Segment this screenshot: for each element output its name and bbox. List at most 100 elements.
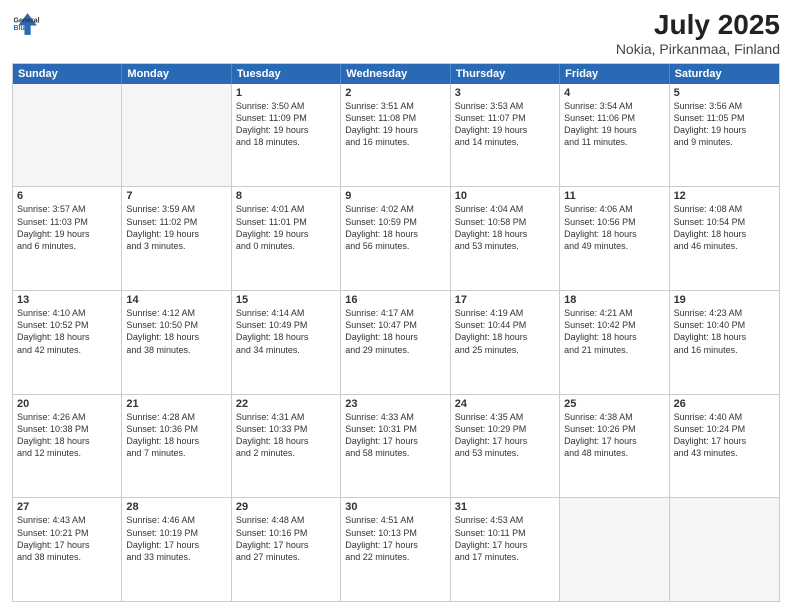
calendar-row-1: 6Sunrise: 3:57 AM Sunset: 11:03 PM Dayli… — [13, 186, 779, 290]
day-cell-4: 4Sunrise: 3:54 AM Sunset: 11:06 PM Dayli… — [560, 84, 669, 187]
day-number: 21 — [126, 398, 226, 410]
day-content: Sunrise: 3:57 AM Sunset: 11:03 PM Daylig… — [17, 203, 117, 252]
header-day-tuesday: Tuesday — [232, 64, 341, 84]
day-cell-24: 24Sunrise: 4:35 AM Sunset: 10:29 PM Dayl… — [451, 395, 560, 498]
day-number: 23 — [345, 398, 445, 410]
day-content: Sunrise: 4:38 AM Sunset: 10:26 PM Daylig… — [564, 411, 664, 460]
day-cell-21: 21Sunrise: 4:28 AM Sunset: 10:36 PM Dayl… — [122, 395, 231, 498]
day-cell-31: 31Sunrise: 4:53 AM Sunset: 10:11 PM Dayl… — [451, 498, 560, 601]
day-cell-23: 23Sunrise: 4:33 AM Sunset: 10:31 PM Dayl… — [341, 395, 450, 498]
day-cell-9: 9Sunrise: 4:02 AM Sunset: 10:59 PM Dayli… — [341, 187, 450, 290]
day-content: Sunrise: 4:40 AM Sunset: 10:24 PM Daylig… — [674, 411, 775, 460]
day-number: 18 — [564, 294, 664, 306]
day-content: Sunrise: 4:28 AM Sunset: 10:36 PM Daylig… — [126, 411, 226, 460]
day-cell-25: 25Sunrise: 4:38 AM Sunset: 10:26 PM Dayl… — [560, 395, 669, 498]
day-number: 11 — [564, 190, 664, 202]
day-cell-26: 26Sunrise: 4:40 AM Sunset: 10:24 PM Dayl… — [670, 395, 779, 498]
day-cell-3: 3Sunrise: 3:53 AM Sunset: 11:07 PM Dayli… — [451, 84, 560, 187]
day-number: 29 — [236, 501, 336, 513]
day-content: Sunrise: 3:51 AM Sunset: 11:08 PM Daylig… — [345, 100, 445, 149]
day-content: Sunrise: 4:21 AM Sunset: 10:42 PM Daylig… — [564, 307, 664, 356]
day-cell-16: 16Sunrise: 4:17 AM Sunset: 10:47 PM Dayl… — [341, 291, 450, 394]
header-day-saturday: Saturday — [670, 64, 779, 84]
header-day-friday: Friday — [560, 64, 669, 84]
day-number: 7 — [126, 190, 226, 202]
calendar-row-3: 20Sunrise: 4:26 AM Sunset: 10:38 PM Dayl… — [13, 394, 779, 498]
day-number: 19 — [674, 294, 775, 306]
logo-icon: General Blue — [12, 10, 40, 38]
day-content: Sunrise: 4:31 AM Sunset: 10:33 PM Daylig… — [236, 411, 336, 460]
day-content: Sunrise: 4:01 AM Sunset: 11:01 PM Daylig… — [236, 203, 336, 252]
day-number: 2 — [345, 87, 445, 99]
day-number: 15 — [236, 294, 336, 306]
day-cell-20: 20Sunrise: 4:26 AM Sunset: 10:38 PM Dayl… — [13, 395, 122, 498]
calendar-title: July 2025 — [616, 10, 780, 41]
day-cell-14: 14Sunrise: 4:12 AM Sunset: 10:50 PM Dayl… — [122, 291, 231, 394]
day-content: Sunrise: 4:08 AM Sunset: 10:54 PM Daylig… — [674, 203, 775, 252]
day-cell-13: 13Sunrise: 4:10 AM Sunset: 10:52 PM Dayl… — [13, 291, 122, 394]
day-number: 16 — [345, 294, 445, 306]
day-content: Sunrise: 4:51 AM Sunset: 10:13 PM Daylig… — [345, 514, 445, 563]
header-day-wednesday: Wednesday — [341, 64, 450, 84]
svg-text:Blue: Blue — [14, 25, 29, 32]
day-number: 30 — [345, 501, 445, 513]
day-number: 25 — [564, 398, 664, 410]
day-cell-10: 10Sunrise: 4:04 AM Sunset: 10:58 PM Dayl… — [451, 187, 560, 290]
day-content: Sunrise: 3:53 AM Sunset: 11:07 PM Daylig… — [455, 100, 555, 149]
day-content: Sunrise: 4:19 AM Sunset: 10:44 PM Daylig… — [455, 307, 555, 356]
day-cell-5: 5Sunrise: 3:56 AM Sunset: 11:05 PM Dayli… — [670, 84, 779, 187]
day-cell-18: 18Sunrise: 4:21 AM Sunset: 10:42 PM Dayl… — [560, 291, 669, 394]
day-content: Sunrise: 4:53 AM Sunset: 10:11 PM Daylig… — [455, 514, 555, 563]
day-number: 31 — [455, 501, 555, 513]
calendar-header: SundayMondayTuesdayWednesdayThursdayFrid… — [13, 64, 779, 84]
day-cell-1: 1Sunrise: 3:50 AM Sunset: 11:09 PM Dayli… — [232, 84, 341, 187]
day-number: 8 — [236, 190, 336, 202]
day-content: Sunrise: 4:02 AM Sunset: 10:59 PM Daylig… — [345, 203, 445, 252]
day-number: 10 — [455, 190, 555, 202]
day-cell-11: 11Sunrise: 4:06 AM Sunset: 10:56 PM Dayl… — [560, 187, 669, 290]
empty-cell — [560, 498, 669, 601]
day-number: 13 — [17, 294, 117, 306]
empty-cell — [670, 498, 779, 601]
day-cell-8: 8Sunrise: 4:01 AM Sunset: 11:01 PM Dayli… — [232, 187, 341, 290]
day-number: 9 — [345, 190, 445, 202]
day-content: Sunrise: 3:59 AM Sunset: 11:02 PM Daylig… — [126, 203, 226, 252]
calendar-row-0: 1Sunrise: 3:50 AM Sunset: 11:09 PM Dayli… — [13, 84, 779, 187]
day-number: 3 — [455, 87, 555, 99]
day-number: 12 — [674, 190, 775, 202]
day-content: Sunrise: 4:35 AM Sunset: 10:29 PM Daylig… — [455, 411, 555, 460]
day-content: Sunrise: 4:48 AM Sunset: 10:16 PM Daylig… — [236, 514, 336, 563]
day-content: Sunrise: 4:06 AM Sunset: 10:56 PM Daylig… — [564, 203, 664, 252]
day-content: Sunrise: 4:12 AM Sunset: 10:50 PM Daylig… — [126, 307, 226, 356]
day-cell-15: 15Sunrise: 4:14 AM Sunset: 10:49 PM Dayl… — [232, 291, 341, 394]
day-content: Sunrise: 4:33 AM Sunset: 10:31 PM Daylig… — [345, 411, 445, 460]
day-cell-19: 19Sunrise: 4:23 AM Sunset: 10:40 PM Dayl… — [670, 291, 779, 394]
day-cell-29: 29Sunrise: 4:48 AM Sunset: 10:16 PM Dayl… — [232, 498, 341, 601]
day-content: Sunrise: 4:14 AM Sunset: 10:49 PM Daylig… — [236, 307, 336, 356]
calendar-row-2: 13Sunrise: 4:10 AM Sunset: 10:52 PM Dayl… — [13, 290, 779, 394]
day-content: Sunrise: 4:23 AM Sunset: 10:40 PM Daylig… — [674, 307, 775, 356]
header-day-sunday: Sunday — [13, 64, 122, 84]
day-number: 22 — [236, 398, 336, 410]
day-cell-2: 2Sunrise: 3:51 AM Sunset: 11:08 PM Dayli… — [341, 84, 450, 187]
day-cell-30: 30Sunrise: 4:51 AM Sunset: 10:13 PM Dayl… — [341, 498, 450, 601]
day-number: 5 — [674, 87, 775, 99]
svg-text:General: General — [14, 17, 40, 24]
day-cell-6: 6Sunrise: 3:57 AM Sunset: 11:03 PM Dayli… — [13, 187, 122, 290]
title-block: July 2025 Nokia, Pirkanmaa, Finland — [616, 10, 780, 57]
day-cell-27: 27Sunrise: 4:43 AM Sunset: 10:21 PM Dayl… — [13, 498, 122, 601]
day-content: Sunrise: 3:50 AM Sunset: 11:09 PM Daylig… — [236, 100, 336, 149]
day-content: Sunrise: 3:54 AM Sunset: 11:06 PM Daylig… — [564, 100, 664, 149]
empty-cell — [122, 84, 231, 187]
day-number: 1 — [236, 87, 336, 99]
calendar-row-4: 27Sunrise: 4:43 AM Sunset: 10:21 PM Dayl… — [13, 497, 779, 601]
page: General Blue July 2025 Nokia, Pirkanmaa,… — [0, 0, 792, 612]
day-content: Sunrise: 4:43 AM Sunset: 10:21 PM Daylig… — [17, 514, 117, 563]
day-content: Sunrise: 4:17 AM Sunset: 10:47 PM Daylig… — [345, 307, 445, 356]
day-cell-17: 17Sunrise: 4:19 AM Sunset: 10:44 PM Dayl… — [451, 291, 560, 394]
day-content: Sunrise: 3:56 AM Sunset: 11:05 PM Daylig… — [674, 100, 775, 149]
day-content: Sunrise: 4:10 AM Sunset: 10:52 PM Daylig… — [17, 307, 117, 356]
day-number: 28 — [126, 501, 226, 513]
calendar-body: 1Sunrise: 3:50 AM Sunset: 11:09 PM Dayli… — [13, 84, 779, 601]
day-content: Sunrise: 4:46 AM Sunset: 10:19 PM Daylig… — [126, 514, 226, 563]
